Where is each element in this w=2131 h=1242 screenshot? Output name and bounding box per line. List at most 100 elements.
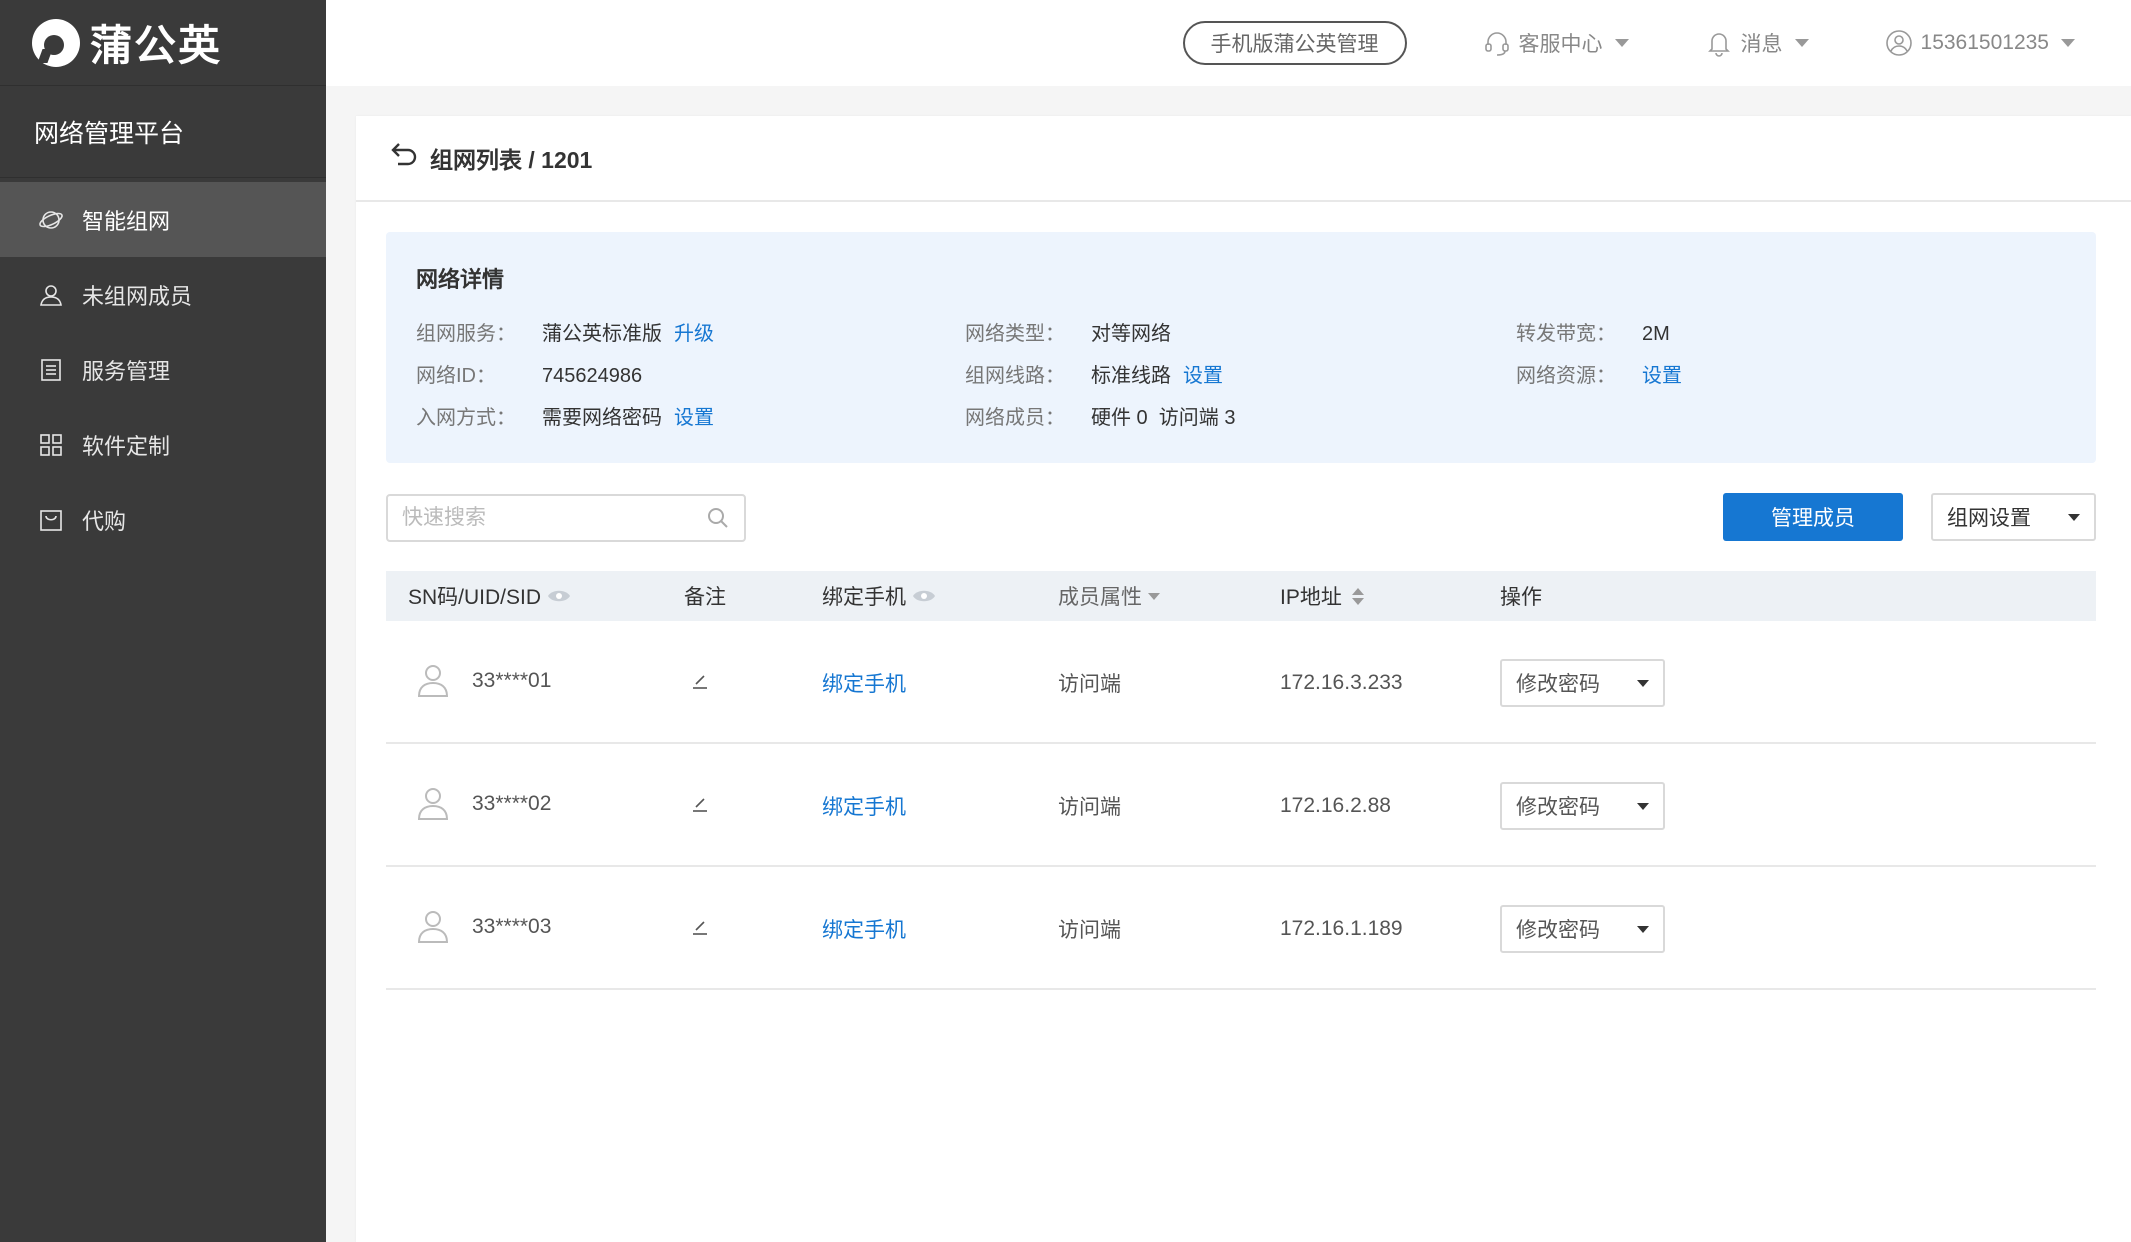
user-avatar-icon <box>416 785 450 827</box>
header-phone: 绑定手机 <box>822 581 936 611</box>
sidebar-item-label: 代购 <box>82 508 127 534</box>
sn-value: 33****03 <box>472 914 552 938</box>
chevron-down-icon <box>1794 39 1809 47</box>
ip-address: 172.16.3.233 <box>1280 670 1403 694</box>
sidebar-item-purchase[interactable]: 代购 <box>0 482 326 557</box>
change-password-label: 修改密码 <box>1516 672 1600 696</box>
top-bar: 手机版蒲公英管理 客服中心 消息 15361501235 <box>326 0 2131 86</box>
grid-icon <box>38 432 64 458</box>
bind-phone-link[interactable]: 绑定手机 <box>822 791 906 821</box>
line-settings-link[interactable]: 设置 <box>1183 362 1223 390</box>
members-value: 硬件 0 访问端 3 <box>1091 407 1236 429</box>
table-header: SN码/UID/SID 备注 绑定手机 成员属性 IP地址 操作 <box>386 571 2096 621</box>
sidebar-item-service-management[interactable]: 服务管理 <box>0 332 326 407</box>
messages-label: 消息 <box>1740 33 1783 56</box>
change-password-dropdown[interactable]: 修改密码 <box>1500 781 1665 830</box>
chevron-down-icon <box>1637 802 1649 810</box>
breadcrumb: 组网列表 / 1201 <box>430 147 593 173</box>
header-attr[interactable]: 成员属性 <box>1058 581 1160 611</box>
members-label: 网络成员： <box>965 407 1065 429</box>
messages-menu[interactable]: 消息 <box>1705 28 1809 58</box>
ip-address: 172.16.1.189 <box>1280 916 1403 940</box>
network-id-value: 745624986 <box>542 365 643 387</box>
member-attr: 访问端 <box>1058 672 1121 696</box>
network-settings-label: 组网设置 <box>1947 507 2031 530</box>
change-password-label: 修改密码 <box>1516 795 1600 819</box>
user-icon <box>38 282 64 308</box>
logo[interactable]: 蒲公英 <box>0 0 326 86</box>
edit-note-icon[interactable] <box>690 670 710 696</box>
eye-icon[interactable] <box>912 588 936 604</box>
service-value: 蒲公英标准版 <box>542 323 662 345</box>
join-method-label: 入网方式： <box>416 407 516 429</box>
sidebar-nav: 智能组网 未组网成员 服务管理 软件定制 代购 <box>0 182 326 557</box>
table-row: 33****01 绑定手机 访问端 172.16.3.233 修改密码 <box>386 621 2096 744</box>
sn-value: 33****02 <box>472 791 552 815</box>
change-password-dropdown[interactable]: 修改密码 <box>1500 658 1665 707</box>
type-label: 网络类型： <box>965 323 1065 345</box>
header-sn-label: SN码/UID/SID <box>408 586 542 609</box>
service-label: 组网服务： <box>416 323 516 345</box>
upgrade-link[interactable]: 升级 <box>674 320 714 348</box>
table-row: 33****02 绑定手机 访问端 172.16.2.88 修改密码 <box>386 744 2096 867</box>
sidebar: 蒲公英 网络管理平台 智能组网 未组网成员 服务管理 软件定制 代购 <box>0 0 326 1242</box>
join-settings-link[interactable]: 设置 <box>674 404 714 432</box>
sidebar-item-unjoined-members[interactable]: 未组网成员 <box>0 257 326 332</box>
platform-title: 网络管理平台 <box>0 86 326 178</box>
eye-icon[interactable] <box>547 588 571 604</box>
headset-icon <box>1484 32 1509 56</box>
resource-label: 网络资源： <box>1516 365 1616 387</box>
table-row: 33****03 绑定手机 访问端 172.16.1.189 修改密码 <box>386 867 2096 990</box>
search-icon[interactable] <box>706 506 730 530</box>
bandwidth-label: 转发带宽： <box>1516 323 1616 345</box>
manage-members-button[interactable]: 管理成员 <box>1723 493 1903 541</box>
header-note-label: 备注 <box>684 586 726 609</box>
mobile-management-button[interactable]: 手机版蒲公英管理 <box>1182 21 1407 65</box>
member-attr: 访问端 <box>1058 795 1121 819</box>
network-id-label: 网络ID： <box>416 365 496 387</box>
change-password-label: 修改密码 <box>1516 918 1600 942</box>
sidebar-item-software-custom[interactable]: 软件定制 <box>0 407 326 482</box>
brand-name: 蒲公英 <box>90 22 223 69</box>
account-icon <box>1885 30 1912 56</box>
join-method-value: 需要网络密码 <box>542 407 662 429</box>
dandelion-logo-icon <box>32 18 80 67</box>
bind-phone-link[interactable]: 绑定手机 <box>822 914 906 944</box>
chevron-down-icon <box>2068 514 2080 521</box>
search-input[interactable] <box>402 506 706 530</box>
sidebar-item-label: 未组网成员 <box>82 283 193 309</box>
header-op-label: 操作 <box>1500 586 1542 609</box>
ip-address: 172.16.2.88 <box>1280 793 1391 817</box>
member-attr: 访问端 <box>1058 918 1121 942</box>
sort-icon <box>1351 587 1364 605</box>
sn-value: 33****01 <box>472 668 552 692</box>
bind-phone-link[interactable]: 绑定手机 <box>822 668 906 698</box>
bandwidth-value: 2M <box>1642 323 1670 345</box>
account-label: 15361501235 <box>1920 31 2049 54</box>
chevron-down-icon <box>1614 39 1629 47</box>
chevron-down-icon <box>1637 925 1649 933</box>
support-center-label: 客服中心 <box>1518 33 1603 56</box>
filter-caret-icon <box>1148 592 1160 600</box>
account-menu[interactable]: 15361501235 <box>1885 29 2075 57</box>
support-center-menu[interactable]: 客服中心 <box>1483 28 1629 58</box>
change-password-dropdown[interactable]: 修改密码 <box>1500 904 1665 953</box>
resource-settings-link[interactable]: 设置 <box>1642 362 1682 390</box>
edit-note-icon[interactable] <box>690 916 710 942</box>
header-op: 操作 <box>1500 581 1542 611</box>
chevron-down-icon <box>2061 39 2075 47</box>
line-value: 标准线路 <box>1091 365 1171 387</box>
user-avatar-icon <box>416 908 450 950</box>
header-attr-label: 成员属性 <box>1058 586 1142 609</box>
header-ip-label: IP地址 <box>1280 586 1342 609</box>
sidebar-item-smart-network[interactable]: 智能组网 <box>0 182 326 257</box>
edit-note-icon[interactable] <box>690 793 710 819</box>
bag-icon <box>38 507 64 533</box>
header-note: 备注 <box>684 581 726 611</box>
network-details-title: 网络详情 <box>416 267 505 292</box>
list-icon <box>38 357 64 383</box>
back-arrow-icon[interactable] <box>386 139 420 178</box>
header-ip[interactable]: IP地址 <box>1280 581 1364 611</box>
members-table: SN码/UID/SID 备注 绑定手机 成员属性 IP地址 操作 33****0… <box>386 571 2096 990</box>
network-settings-dropdown[interactable]: 组网设置 <box>1931 493 2096 541</box>
